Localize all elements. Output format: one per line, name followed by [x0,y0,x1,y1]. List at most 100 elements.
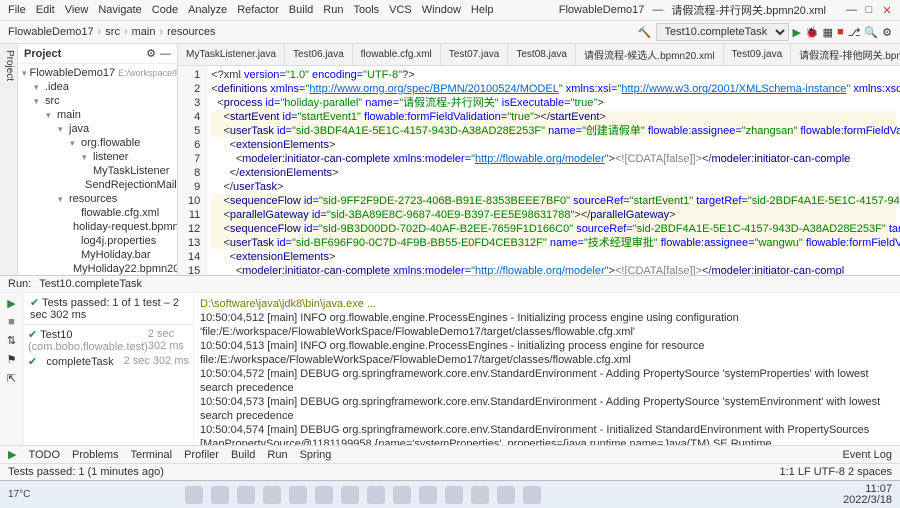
tree-file[interactable]: SendRejectionMail [18,178,177,192]
tree-folder[interactable]: resources [18,192,177,206]
toggle-icon[interactable]: ⇅ [7,334,16,347]
event-log-button[interactable]: Event Log [842,449,892,461]
editor-tab[interactable]: MyTaskListener.java [178,44,285,65]
menu-tools[interactable]: Tools [353,4,379,16]
tree-folder[interactable]: main [18,108,177,122]
project-toolwindow-tab[interactable]: Project [0,44,18,275]
test-node[interactable]: ✔ completeTask2 sec 302 ms [28,354,189,369]
tree-folder[interactable]: listener [18,150,177,164]
app-icon[interactable] [315,486,333,504]
git-icon[interactable]: ⎇ [848,26,861,39]
menu-build[interactable]: Build [289,4,313,16]
tests-summary: Tests passed: 1 of 1 test – 2 sec 302 ms [30,297,179,321]
app-icon[interactable] [419,486,437,504]
toolwindow-tab-spring[interactable]: Spring [300,449,332,461]
breadcrumb-item[interactable]: resources [167,26,215,38]
menu-navigate[interactable]: Navigate [98,4,141,16]
coverage-icon[interactable]: ▦ [823,26,833,39]
tree-folder[interactable]: .idea [18,80,177,94]
window-minimize-icon[interactable]: — [846,4,856,17]
tree-folder[interactable]: org.flowable [18,136,177,150]
project-settings-icon[interactable]: ⚙ [146,47,156,60]
tree-file[interactable]: MyHoliday22.bpmn20.xml [18,262,177,275]
breadcrumb-item[interactable]: src [105,26,120,38]
editor-tab[interactable]: Test06.java [285,44,353,65]
tree-file[interactable]: MyHoliday.bar [18,248,177,262]
run-config-select[interactable]: Test10.completeTask [656,23,789,41]
hammer-icon[interactable]: 🔨 [638,26,652,39]
tree-file[interactable]: MyTaskListener [18,164,177,178]
app-icon[interactable] [393,486,411,504]
stop-icon[interactable]: ■ [837,26,844,38]
toolwindow-tab-problems[interactable]: Problems [72,449,118,461]
app-icon[interactable] [523,486,541,504]
menu-code[interactable]: Code [152,4,178,16]
main-area: Project Project ⚙ — FlowableDemo17 E:/wo… [0,44,900,275]
breadcrumb-sep: › [124,26,128,38]
code-editor[interactable]: 12345678910111213141516 <?xml version="1… [178,66,900,275]
window-maximize-icon[interactable]: □ [864,4,874,17]
source-text[interactable]: <?xml version="1.0" encoding="UTF-8"?><d… [207,66,900,275]
menu-edit[interactable]: Edit [36,4,55,16]
tree-folder[interactable]: src [18,94,177,108]
app-icon[interactable] [341,486,359,504]
editor-tab[interactable]: flowable.cfg.xml [353,44,441,65]
status-text: Tests passed: 1 (1 minutes ago) [8,466,164,478]
editor-tab[interactable]: Test08.java [508,44,576,65]
toolwindow-tab-todo[interactable]: TODO [28,449,60,461]
editor-tab[interactable]: Test07.java [441,44,509,65]
tree-file[interactable]: log4j.properties [18,234,177,248]
app-icon[interactable] [471,486,489,504]
filter-icon[interactable]: ⚑ [7,353,17,366]
run-icon[interactable]: ▶ [793,26,801,39]
tree-file[interactable]: holiday-request.bpmn20.xml [18,220,177,234]
toolbar: FlowableDemo17›src›main›resources 🔨 Test… [0,21,900,44]
toolwindow-tab-run[interactable]: Run [267,449,287,461]
app-icon[interactable] [289,486,307,504]
debug-icon[interactable]: 🐞 [805,26,819,39]
weather-widget[interactable]: 17°C [8,489,30,500]
toolwindow-tab-build[interactable]: Build [231,449,255,461]
console-output[interactable]: D:\software\java\jdk8\bin\java.exe ...10… [194,293,900,445]
tree-file[interactable]: flowable.cfg.xml [18,206,177,220]
system-clock[interactable]: 11:072022/3/18 [843,484,892,506]
menu-run[interactable]: Run [323,4,343,16]
console-line: D:\software\java\jdk8\bin\java.exe ... [200,297,894,311]
app-icon[interactable] [497,486,515,504]
toolwindow-tab-profiler[interactable]: Profiler [184,449,219,461]
breadcrumb-item[interactable]: main [132,26,156,38]
menu-analyze[interactable]: Analyze [188,4,227,16]
menu-file[interactable]: File [8,4,26,16]
breadcrumb-item[interactable]: FlowableDemo17 [8,26,94,38]
console-line: 10:50:04,512 [main] INFO org.flowable.en… [200,311,894,339]
menu-vcs[interactable]: VCS [389,4,412,16]
app-icon[interactable] [367,486,385,504]
editor-tab[interactable]: 请假流程-排他网关.bpmn20.xml [791,44,900,65]
test-node[interactable]: ✔ Test10 (com.bobo.flowable.test)2 sec 3… [28,327,189,354]
tree-folder[interactable]: java [18,122,177,136]
window-close-icon[interactable]: ✕ [882,4,892,17]
edge-icon[interactable] [263,486,281,504]
start-icon[interactable] [185,486,203,504]
menu-view[interactable]: View [65,4,89,16]
project-tree[interactable]: FlowableDemo17 E:/workspace/FlowableWork… [18,64,177,275]
tree-folder[interactable]: FlowableDemo17 E:/workspace/FlowableWork… [18,66,177,80]
export-icon[interactable]: ⇱ [7,372,16,385]
rerun-icon[interactable]: ▶ [7,297,15,310]
app-icon[interactable] [445,486,463,504]
menu-help[interactable]: Help [471,4,494,16]
run-tab-label: Run: [8,278,31,290]
toolwindow-tab-terminal[interactable]: Terminal [131,449,173,461]
explorer-icon[interactable] [237,486,255,504]
editor-tab[interactable]: Test09.java [724,44,792,65]
stop-icon[interactable]: ■ [8,316,15,328]
breadcrumb-sep: › [159,26,163,38]
run-toolwindow: Run: Test10.completeTask ▶ ■ ⇅ ⚑ ⇱ ✔ Tes… [0,275,900,445]
collapse-icon[interactable]: — [160,48,171,60]
menu-refactor[interactable]: Refactor [237,4,279,16]
search-icon[interactable] [211,486,229,504]
settings-icon[interactable]: ⚙ [882,26,892,39]
menu-window[interactable]: Window [422,4,461,16]
editor-tab[interactable]: 请假流程-候选人.bpmn20.xml [576,44,724,65]
search-icon[interactable]: 🔍 [864,26,878,39]
